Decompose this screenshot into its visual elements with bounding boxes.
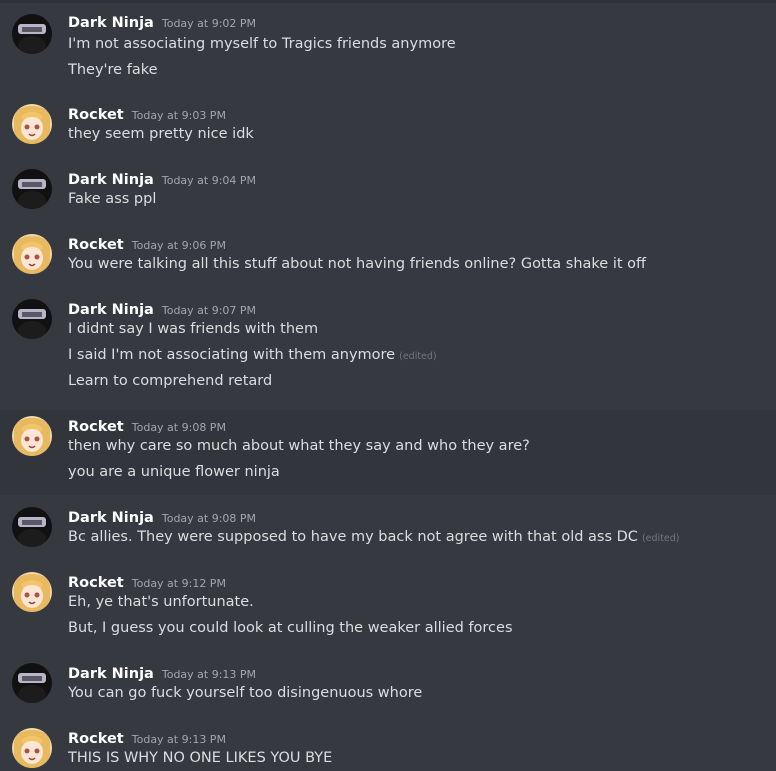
message-header: Rocket Today at 9:03 PM [68, 104, 226, 123]
message-header: Dark Ninja Today at 9:07 PM [68, 299, 256, 318]
message-header: Dark Ninja Today at 9:02 PM [68, 12, 256, 31]
username[interactable]: Dark Ninja [68, 666, 154, 682]
username[interactable]: Dark Ninja [68, 302, 154, 318]
message-text: THIS IS WHY NO ONE LIKES YOU BYE [68, 750, 333, 766]
message-text: then why care so much about what they sa… [68, 438, 530, 454]
message-group: Dark Ninja Today at 9:07 PM I didnt say I… [0, 295, 776, 400]
message-text: I said I'm not associating with them any… [68, 347, 396, 363]
message-group: Rocket Today at 9:08 PM then why care so … [0, 410, 776, 495]
edited-label: (edited) [399, 351, 437, 362]
timestamp: Today at 9:06 PM [131, 239, 226, 252]
message-header: Dark Ninja Today at 9:13 PM [68, 663, 256, 682]
message-text: You were talking all this stuff about no… [68, 256, 647, 272]
message-text: you are a unique flower ninja [68, 464, 280, 480]
ninja-avatar-icon[interactable] [12, 507, 52, 547]
username[interactable]: Dark Ninja [68, 172, 154, 188]
username[interactable]: Rocket [68, 575, 124, 591]
message-text: But, I guess you could look at culling t… [68, 620, 513, 636]
username[interactable]: Rocket [68, 419, 124, 435]
timestamp: Today at 9:07 PM [161, 304, 257, 317]
timestamp: Today at 9:03 PM [131, 109, 226, 122]
ninja-avatar-icon[interactable] [12, 299, 52, 339]
message-group: Rocket Today at 9:06 PM You were talking … [0, 230, 776, 280]
message-group: Rocket Today at 9:03 PM they seem pretty … [0, 100, 776, 150]
edited-label: (edited) [641, 533, 680, 544]
message-group: Dark Ninja Today at 9:02 PM I'm not assoc… [0, 8, 776, 86]
timestamp: Today at 9:12 PM [131, 577, 226, 590]
message-header: Dark Ninja Today at 9:08 PM [68, 507, 256, 526]
timestamp: Today at 9:08 PM [131, 421, 226, 434]
anime-girl-avatar-icon[interactable] [12, 572, 52, 612]
message-header: Rocket Today at 9:13 PM [68, 728, 226, 747]
message-text: they seem pretty nice idk [68, 126, 254, 142]
message-text: Bc allies. They were supposed to have my… [68, 529, 638, 545]
ninja-avatar-icon[interactable] [12, 14, 52, 54]
message-group: Dark Ninja Today at 9:13 PM You can go fu… [0, 659, 776, 709]
message-text: Fake ass ppl [68, 191, 157, 207]
message-text: They're fake [68, 62, 158, 78]
message-group: Rocket Today at 9:13 PM THIS IS WHY NO ON… [0, 724, 776, 771]
anime-girl-avatar-icon[interactable] [12, 104, 52, 144]
message-text: I'm not associating myself to Tragics fr… [68, 36, 456, 52]
timestamp: Today at 9:04 PM [161, 174, 257, 187]
message-text: You can go fuck yourself too disingenuou… [68, 685, 423, 701]
message-header: Rocket Today at 9:12 PM [68, 572, 226, 591]
anime-girl-avatar-icon[interactable] [12, 416, 52, 456]
message-header: Rocket Today at 9:06 PM [68, 234, 226, 253]
ninja-avatar-icon[interactable] [12, 663, 52, 703]
timestamp: Today at 9:02 PM [161, 17, 257, 30]
message-text-edited: I said I'm not associating with them any… [68, 347, 437, 363]
username[interactable]: Dark Ninja [68, 15, 154, 31]
message-group: Dark Ninja Today at 9:08 PM Bc allies. Th… [0, 503, 776, 553]
message-text: Eh, ye that's unfortunate. [68, 594, 254, 610]
username[interactable]: Rocket [68, 237, 124, 253]
chat-messages: Dark Ninja Today at 9:02 PM I'm not assoc… [0, 0, 776, 771]
message-text: Learn to comprehend retard [68, 373, 273, 389]
message-text: I didnt say I was friends with them [68, 321, 319, 337]
timestamp: Today at 9:13 PM [131, 733, 226, 746]
username[interactable]: Rocket [68, 107, 124, 123]
username[interactable]: Rocket [68, 731, 124, 747]
message-text-edited: Bc allies. They were supposed to have my… [68, 529, 679, 545]
timestamp: Today at 9:13 PM [161, 668, 257, 681]
message-group: Dark Ninja Today at 9:04 PM Fake ass ppl [0, 165, 776, 215]
message-header: Dark Ninja Today at 9:04 PM [68, 169, 256, 188]
username[interactable]: Dark Ninja [68, 510, 154, 526]
timestamp: Today at 9:08 PM [161, 512, 257, 525]
anime-girl-avatar-icon[interactable] [12, 728, 52, 768]
message-header: Rocket Today at 9:08 PM [68, 416, 226, 435]
message-group: Rocket Today at 9:12 PM Eh, ye that's unf… [0, 568, 776, 648]
anime-girl-avatar-icon[interactable] [12, 234, 52, 274]
ninja-avatar-icon[interactable] [12, 169, 52, 209]
